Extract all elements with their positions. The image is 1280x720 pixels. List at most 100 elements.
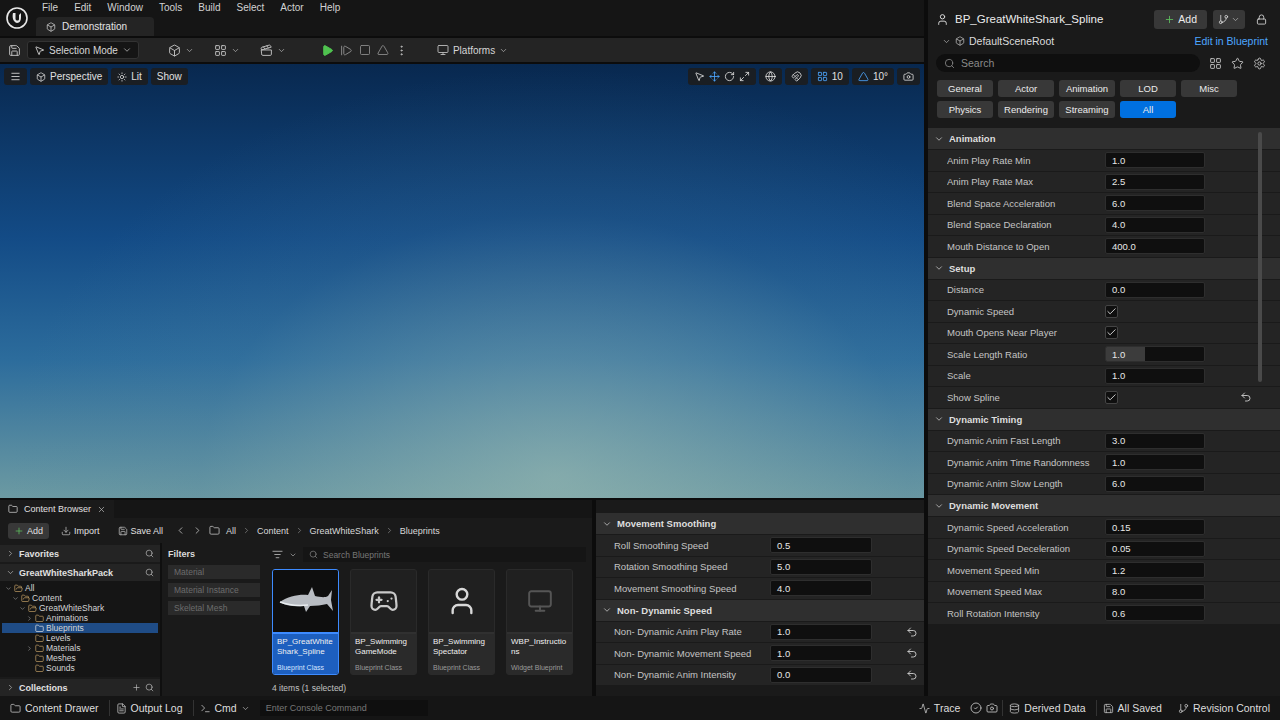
property-field[interactable]: 1.0 (1105, 368, 1205, 384)
property-field[interactable]: 0.6 (1105, 605, 1205, 621)
category-tab[interactable]: Animation (1059, 80, 1115, 97)
category-tab[interactable]: Misc (1181, 80, 1237, 97)
trace-button[interactable]: Trace (913, 700, 966, 716)
property-field[interactable]: 400.0 (1105, 238, 1205, 254)
tree-item[interactable]: Levels (2, 633, 158, 643)
tree-item[interactable]: Content (2, 593, 158, 603)
add-component-button[interactable]: Add (1154, 10, 1207, 29)
save-all-button[interactable]: Save All (112, 523, 170, 539)
section-header[interactable]: Setup (928, 258, 1280, 280)
property-field[interactable]: 0.15 (1105, 519, 1205, 535)
tree-item[interactable]: Sounds (2, 663, 158, 673)
tree-item[interactable]: All (2, 583, 158, 593)
reset-icon[interactable] (906, 669, 918, 681)
property-field[interactable]: 1.2 (1105, 562, 1205, 578)
save-state-button[interactable]: All Saved (1096, 700, 1168, 716)
asset-card[interactable]: BP_GreatWhiteShark_SplineBlueprint Class (272, 569, 339, 675)
category-tab[interactable]: Streaming (1059, 101, 1115, 118)
content-browser-tab[interactable]: Content Browser (0, 500, 114, 518)
property-field[interactable]: 6.0 (1105, 195, 1205, 211)
property-field[interactable]: 6.0 (1105, 476, 1205, 492)
property-field[interactable]: 1.0 (1105, 152, 1205, 168)
asset-card[interactable]: BP_Swimming SpectatorBlueprint Class (428, 569, 495, 675)
favorites-header[interactable]: Favorites (0, 545, 160, 562)
filter-chip[interactable]: Material Instance (168, 583, 260, 597)
asset-card[interactable]: WBP_InstructionsWidget Blueprint (506, 569, 573, 675)
tree-item[interactable]: Blueprints (2, 623, 158, 633)
property-checkbox[interactable] (1105, 391, 1118, 404)
view-options-icon[interactable] (1209, 57, 1222, 70)
screenshot-icon[interactable] (986, 702, 998, 714)
property-field[interactable]: 1.0 (1105, 454, 1205, 470)
tree-item[interactable]: GreatWhiteShark (2, 603, 158, 613)
viewport-menu-button[interactable] (4, 68, 27, 85)
property-field[interactable]: 4.0 (770, 580, 872, 596)
rotation-snap-button[interactable]: 10° (852, 68, 894, 85)
property-field[interactable]: 1.0 (770, 645, 872, 661)
lighting-button[interactable]: Lit (111, 68, 148, 85)
property-checkbox[interactable] (1105, 326, 1118, 339)
pack-header[interactable]: GreatWhiteSharkPack (0, 564, 160, 581)
reset-icon[interactable] (1240, 391, 1252, 403)
collections-header[interactable]: Collections (0, 679, 160, 696)
property-field[interactable]: 8.0 (1105, 584, 1205, 600)
grid-snap-button[interactable]: 10 (811, 68, 849, 85)
play-icon[interactable] (321, 44, 334, 57)
menu-item[interactable]: Edit (74, 2, 91, 13)
revision-control-button[interactable]: Revision Control (1172, 700, 1276, 716)
derived-data-button[interactable]: Derived Data (1002, 700, 1091, 716)
property-field[interactable]: 4.0 (1105, 217, 1205, 233)
scrollbar-thumb[interactable] (1258, 132, 1262, 382)
selection-mode-button[interactable]: Selection Mode (27, 41, 139, 59)
blueprints-button[interactable] (207, 41, 247, 60)
property-field[interactable]: 0.5 (770, 537, 872, 553)
cmd-button[interactable]: Cmd (193, 700, 256, 716)
filter-chip[interactable]: Skeletal Mesh (168, 601, 260, 615)
view-mode-button[interactable]: Perspective (30, 68, 108, 85)
category-tab[interactable]: Actor (998, 80, 1054, 97)
console-input[interactable]: Enter Console Command (260, 700, 428, 716)
breadcrumb[interactable]: Blueprints (400, 526, 440, 536)
edit-in-blueprint-link[interactable]: Edit in Blueprint (1194, 35, 1268, 47)
transform-tools[interactable] (688, 68, 756, 85)
property-field[interactable]: 0.0 (770, 667, 872, 683)
breadcrumb[interactable]: All (226, 526, 236, 536)
step-icon[interactable] (340, 44, 353, 57)
property-checkbox[interactable] (1105, 305, 1118, 318)
import-button[interactable]: Import (55, 523, 106, 539)
section-header[interactable]: Movement Smoothing (596, 513, 924, 535)
tree-item[interactable]: Animations (2, 613, 158, 623)
property-field[interactable]: 1.0 (770, 624, 872, 640)
cinematics-button[interactable] (253, 41, 293, 60)
save-icon[interactable] (8, 44, 21, 57)
settings-icon[interactable] (1253, 57, 1266, 70)
section-header[interactable]: Dynamic Timing (928, 409, 1280, 431)
section-header[interactable]: Animation (928, 128, 1280, 150)
reset-icon[interactable] (906, 626, 918, 638)
record-icon[interactable] (970, 702, 982, 714)
output-log-button[interactable]: Output Log (109, 700, 189, 716)
content-drawer-button[interactable]: Content Drawer (4, 700, 105, 716)
platforms-button[interactable]: Platforms (430, 41, 515, 59)
breadcrumb[interactable]: GreatWhiteShark (310, 526, 379, 536)
filter-chip[interactable]: Material (168, 565, 260, 579)
menu-item[interactable]: File (42, 2, 58, 13)
category-tab[interactable]: LOD (1120, 80, 1176, 97)
category-tab[interactable]: All (1120, 101, 1176, 118)
menu-item[interactable]: Select (237, 2, 265, 13)
section-header[interactable]: Non- Dynamic Speed (596, 600, 924, 622)
section-header[interactable]: Dynamic Movement (928, 495, 1280, 517)
forward-icon[interactable] (192, 525, 203, 536)
tree-item[interactable]: Materials (2, 643, 158, 653)
details-search[interactable]: Search (936, 54, 1200, 72)
property-field[interactable]: 5.0 (770, 559, 872, 575)
level-viewport[interactable]: PerspectiveLitShow1010° (0, 64, 924, 498)
property-field[interactable]: 3.0 (1105, 433, 1205, 449)
asset-search[interactable]: Search Blueprints (303, 547, 586, 562)
property-field[interactable]: 0.0 (1105, 282, 1205, 298)
asset-card[interactable]: BP_Swimming GameModeBlueprint Class (350, 569, 417, 675)
level-tab[interactable]: Demonstration (36, 17, 154, 36)
property-field[interactable]: 0.05 (1105, 541, 1205, 557)
property-slider[interactable]: 1.0 (1105, 346, 1205, 362)
surface-snap-button[interactable] (785, 68, 808, 85)
